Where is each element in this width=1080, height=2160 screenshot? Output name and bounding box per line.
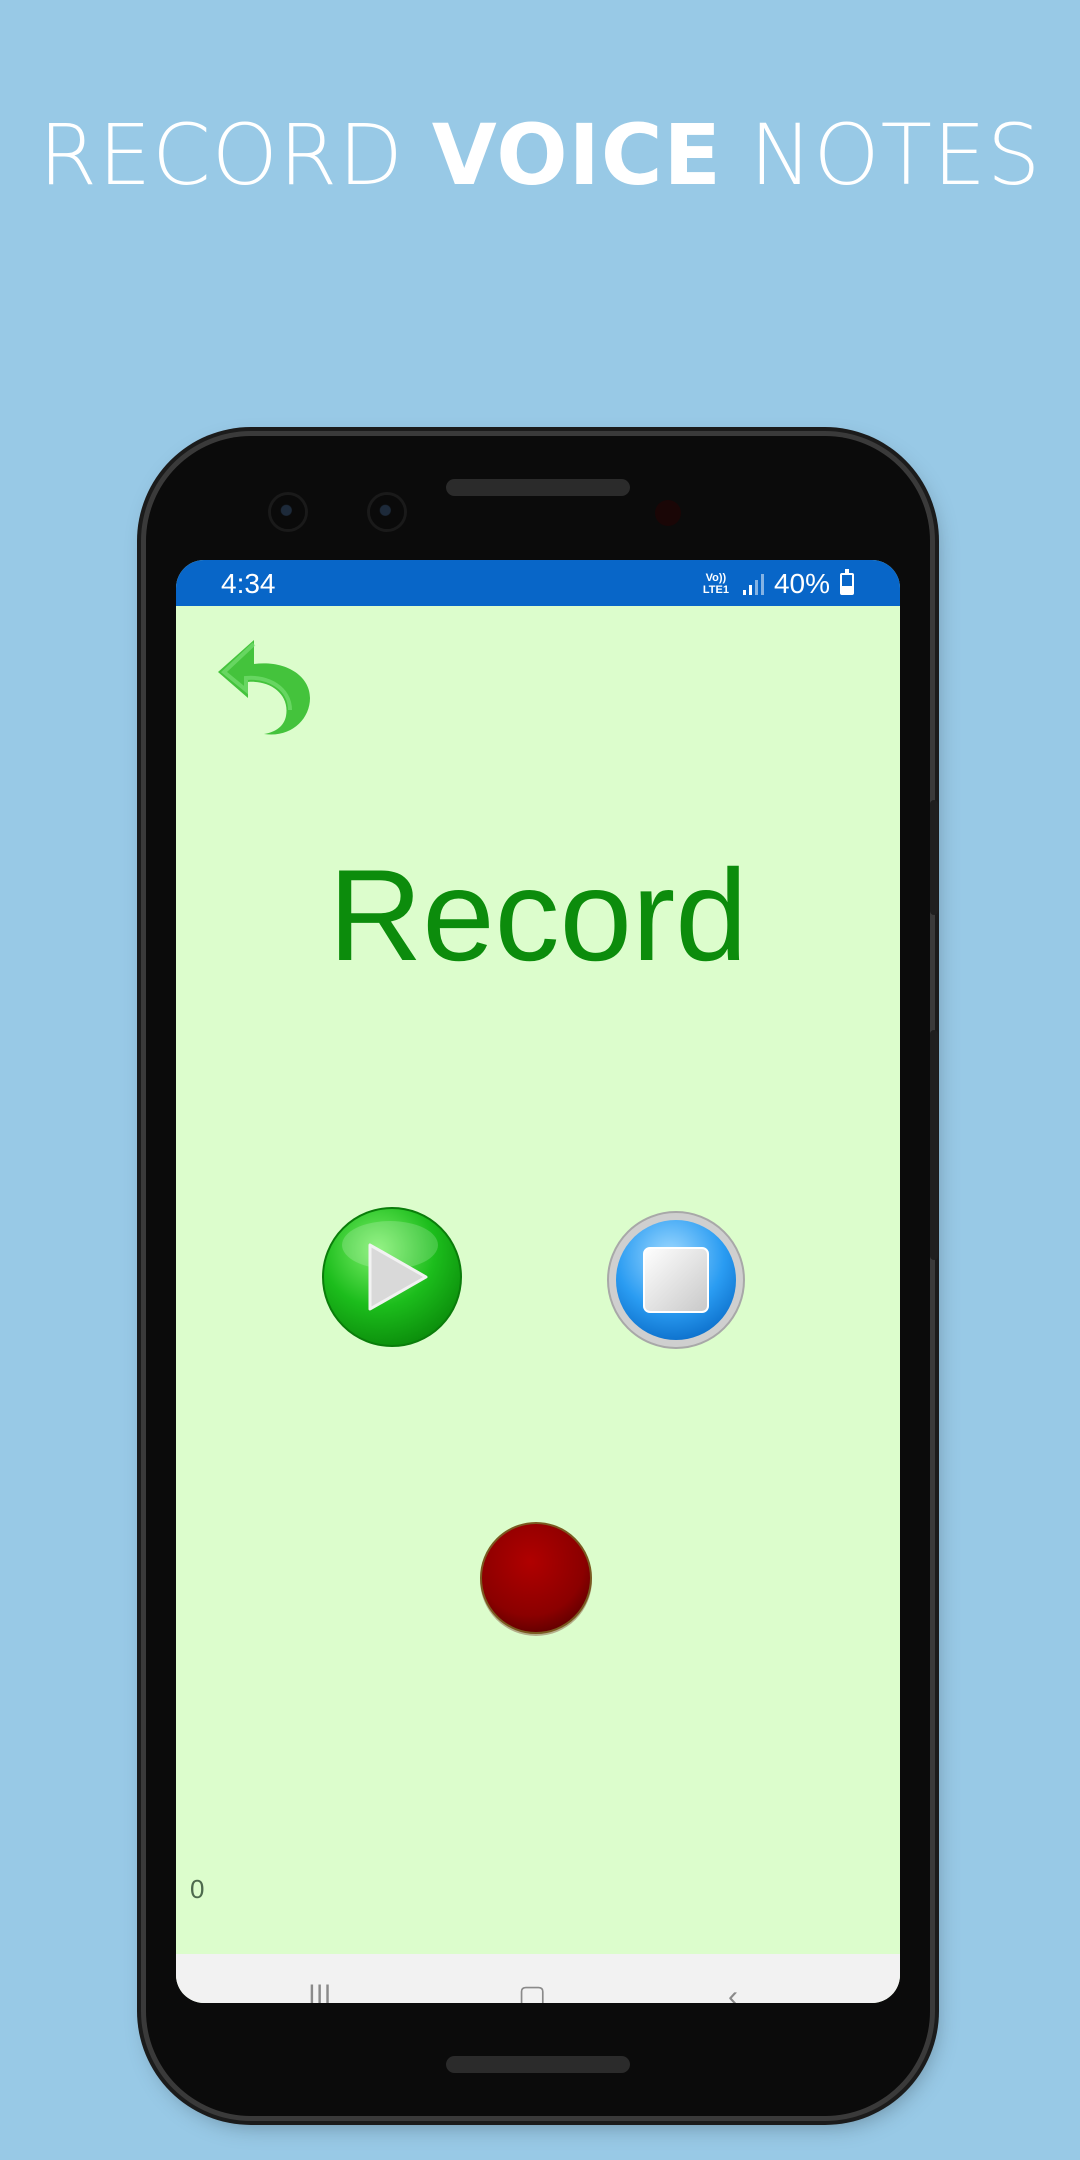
back-button[interactable] — [198, 620, 318, 740]
bottom-speaker — [446, 2056, 630, 2073]
stop-button[interactable] — [606, 1210, 746, 1350]
record-button[interactable] — [478, 1520, 594, 1636]
battery-percent: 40% — [773, 568, 830, 599]
headline-word-2: VOICE — [431, 106, 722, 204]
proximity-sensor — [655, 500, 681, 526]
system-nav-bar: ||| ▢ ‹ — [176, 1954, 900, 2003]
phone-volume-button — [930, 1030, 938, 1260]
front-camera-icon — [271, 495, 305, 529]
undo-arrow-icon — [218, 640, 310, 735]
earpiece-speaker — [446, 479, 630, 496]
status-time: 4:34 — [221, 568, 276, 599]
headline-word-3: NOTES — [721, 106, 1042, 204]
signal-icon — [742, 573, 764, 595]
record-icon — [480, 1522, 592, 1636]
home-icon[interactable]: ▢ — [518, 1982, 546, 2004]
page-title: Record — [328, 842, 748, 988]
battery-icon — [840, 569, 854, 595]
phone-power-button — [930, 800, 938, 915]
headline-word-1: RECORD — [38, 106, 432, 204]
status-bar: 4:34 Vo)) LTE1 40% — [176, 560, 900, 606]
battery-level — [842, 585, 852, 593]
recording-counter: 0 — [190, 1874, 205, 1904]
nav-back-icon[interactable]: ‹ — [728, 1982, 738, 2004]
play-button[interactable] — [320, 1205, 464, 1349]
stop-icon — [607, 1211, 745, 1349]
volte-indicator: Vo)) LTE1 — [702, 572, 729, 596]
status-indicators: Vo)) LTE1 40% — [699, 568, 854, 600]
play-icon — [322, 1207, 462, 1347]
promo-headline: RECORD VOICE NOTES — [0, 105, 1080, 205]
phone-screen: 4:34 Vo)) LTE1 40% Record 0 ||| ▢ ‹ — [176, 560, 900, 2003]
recent-apps-icon[interactable]: ||| — [308, 1982, 331, 2004]
front-camera-icon — [370, 495, 404, 529]
